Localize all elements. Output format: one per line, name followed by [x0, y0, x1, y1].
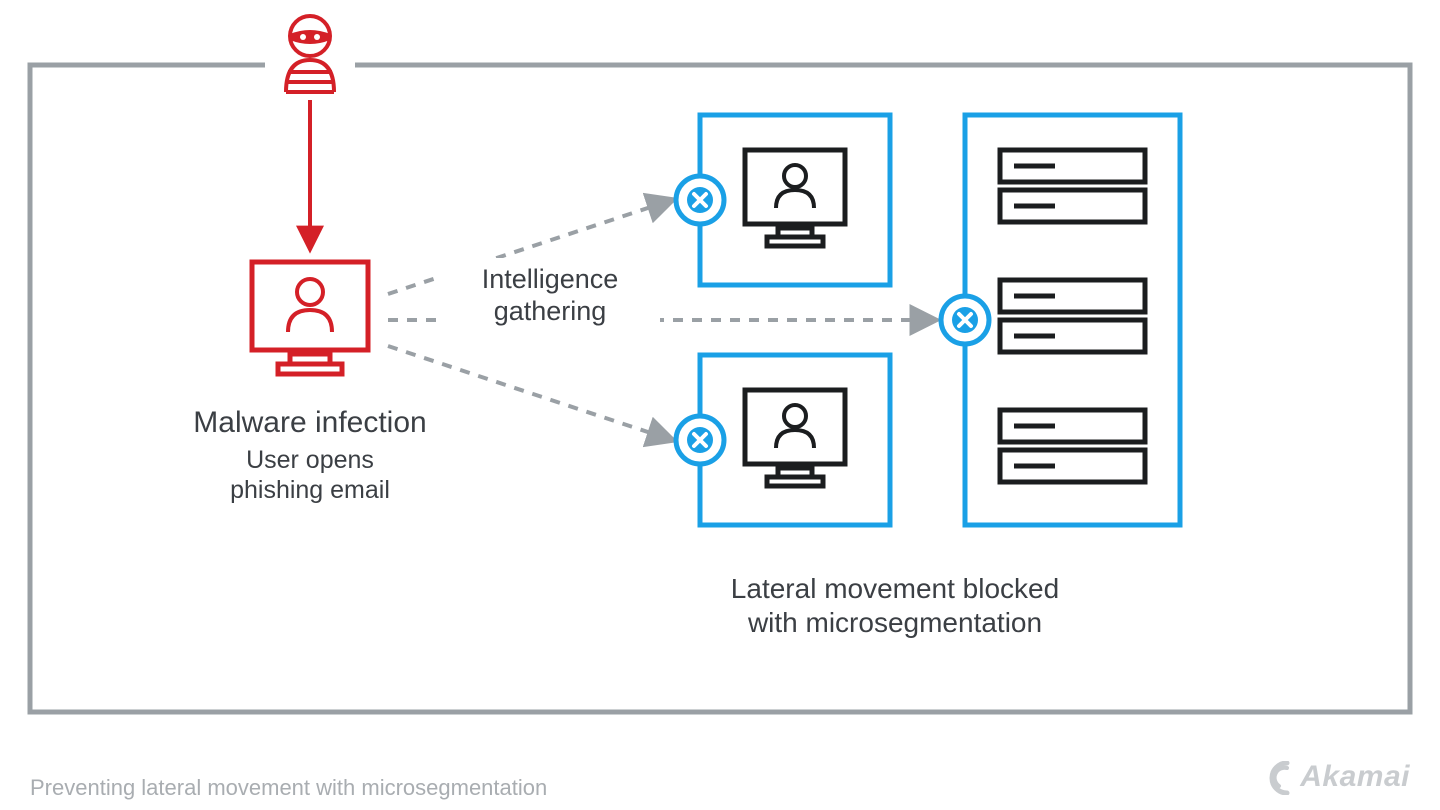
lateral-line1: Lateral movement blocked — [731, 573, 1059, 604]
segment-workstation-bottom — [700, 355, 890, 525]
block-badge-2 — [676, 416, 724, 464]
intel-line2: gathering — [494, 296, 607, 326]
intel-line1: Intelligence — [482, 264, 619, 294]
malware-sub-1: User opens — [246, 446, 374, 474]
logo-text: Akamai — [1300, 760, 1410, 793]
footer-caption: Preventing lateral movement with microse… — [30, 775, 547, 801]
block-badge-3 — [941, 296, 989, 344]
enclosure-frame — [30, 65, 1410, 712]
akamai-logo: Akamai — [1268, 760, 1410, 795]
segment-workstation-top — [700, 115, 890, 285]
attacker-icon — [286, 16, 334, 92]
lateral-line2: with microsegmentation — [747, 607, 1042, 638]
infected-workstation-icon — [252, 262, 368, 374]
malware-sub-2: phishing email — [230, 476, 390, 504]
block-badge-1 — [676, 176, 724, 224]
diagram-canvas: Malware infection User opens phishing em… — [0, 0, 1440, 760]
malware-title: Malware infection — [193, 406, 426, 439]
segment-server — [965, 115, 1180, 525]
